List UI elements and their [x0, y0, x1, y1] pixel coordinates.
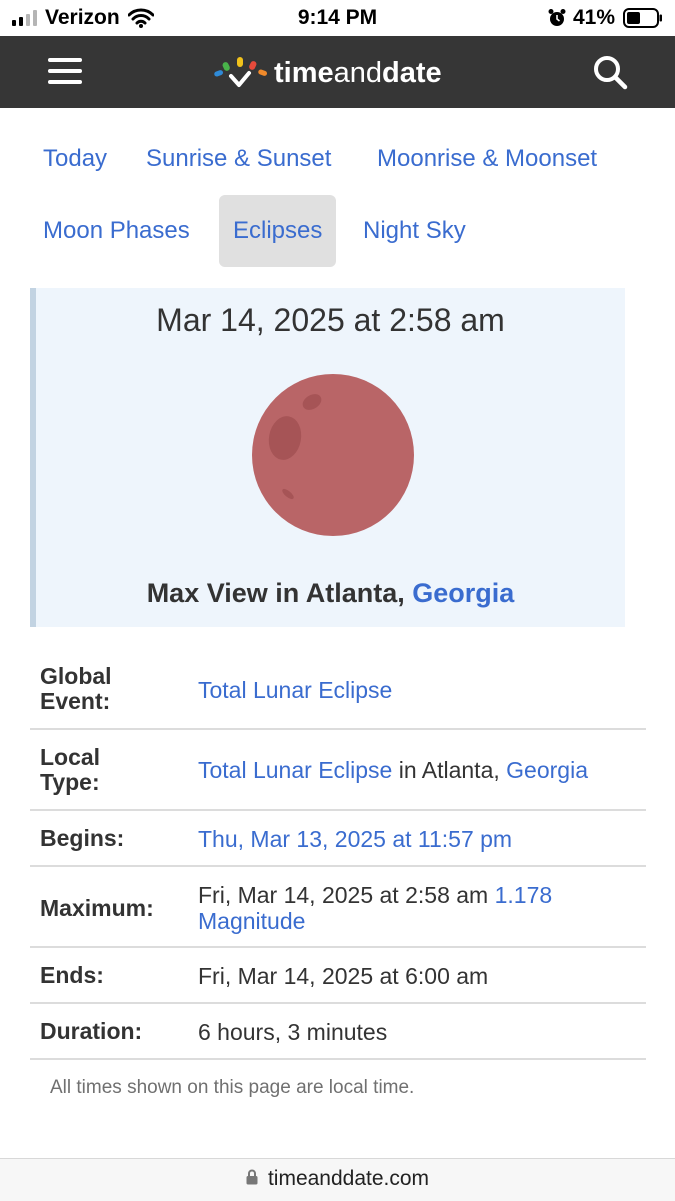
- global-event-label: Global Event:: [40, 663, 112, 714]
- local-type-label: Local Type:: [40, 744, 101, 795]
- local-type-value: Total Lunar Eclipse in Atlanta, Georgia: [198, 757, 588, 783]
- menu-icon[interactable]: [48, 58, 82, 86]
- global-event-value: Total Lunar Eclipse: [198, 677, 646, 703]
- blood-moon-icon: [252, 374, 414, 536]
- tab-sunrise-sunset[interactable]: Sunrise & Sunset: [132, 123, 345, 195]
- logo-text: timeanddate: [274, 56, 442, 89]
- max-view-caption: Max View in Atlanta, Georgia: [146, 578, 515, 608]
- alarm-icon: [548, 9, 566, 26]
- battery-percent: 41%: [572, 6, 615, 29]
- table-row-ends: Ends: Fri, Mar 14, 2025 at 6:00 am: [30, 948, 646, 1004]
- table-row-begins: Begins: Thu, Mar 13, 2025 at 11:57 pm: [30, 811, 646, 867]
- lock-icon: [246, 1170, 258, 1185]
- georgia-link[interactable]: Georgia: [412, 578, 514, 608]
- maximum-label: Maximum:: [40, 895, 154, 921]
- eclipse-hero-card: Mar 14, 2025 at 2:58 am Max View in Atla…: [30, 288, 625, 627]
- tab-moon-phases[interactable]: Moon Phases: [29, 195, 204, 267]
- url-text[interactable]: timeanddate.com: [0, 1167, 675, 1191]
- logo-sun-icon: [214, 57, 268, 87]
- local-type-georgia-link[interactable]: Georgia: [506, 757, 588, 783]
- site-logo[interactable]: timeanddate: [212, 54, 442, 92]
- table-row-global-event: Global Event: Total Lunar Eclipse: [30, 650, 646, 730]
- ends-value: Fri, Mar 14, 2025 at 6:00 am: [198, 963, 489, 989]
- maximum-value: Fri, Mar 14, 2025 at 2:58 am 1.178 Magnit…: [198, 882, 553, 934]
- status-bar: Verizon 9:14 PM 41%: [0, 0, 675, 36]
- begins-time-link[interactable]: Thu, Mar 13, 2025 at 11:57 pm: [198, 826, 512, 852]
- search-icon[interactable]: [592, 54, 628, 90]
- duration-label: Duration:: [40, 1018, 143, 1044]
- local-type-eclipse-link[interactable]: Total Lunar Eclipse: [198, 757, 392, 783]
- local-time-note: All times shown on this page are local t…: [50, 1077, 415, 1098]
- table-row-local-type: Local Type: Total Lunar Eclipse in Atlant…: [30, 730, 646, 811]
- battery-icon: [623, 8, 662, 28]
- ends-label: Ends:: [40, 962, 104, 988]
- table-row-duration: Duration: 6 hours, 3 minutes: [30, 1004, 646, 1060]
- table-row-maximum: Maximum: Fri, Mar 14, 2025 at 2:58 am 1.…: [30, 867, 646, 948]
- status-right: 41%: [547, 6, 663, 30]
- duration-value: 6 hours, 3 minutes: [198, 1019, 388, 1045]
- site-header: timeanddate: [0, 36, 675, 108]
- eclipse-datetime: Mar 14, 2025 at 2:58 am: [156, 302, 505, 338]
- tab-today[interactable]: Today: [29, 123, 121, 195]
- tab-moonrise-moonset[interactable]: Moonrise & Moonset: [363, 123, 611, 195]
- total-lunar-eclipse-link[interactable]: Total Lunar Eclipse: [198, 677, 392, 703]
- begins-value: Thu, Mar 13, 2025 at 11:57 pm: [198, 826, 646, 852]
- eclipse-details-table: Global Event: Total Lunar Eclipse Local Ty…: [30, 650, 646, 1060]
- browser-url-bar[interactable]: timeanddate.com: [0, 1158, 675, 1201]
- tab-eclipses[interactable]: Eclipses: [219, 195, 337, 267]
- tab-night-sky[interactable]: Night Sky: [349, 195, 480, 267]
- begins-label: Begins:: [40, 825, 125, 851]
